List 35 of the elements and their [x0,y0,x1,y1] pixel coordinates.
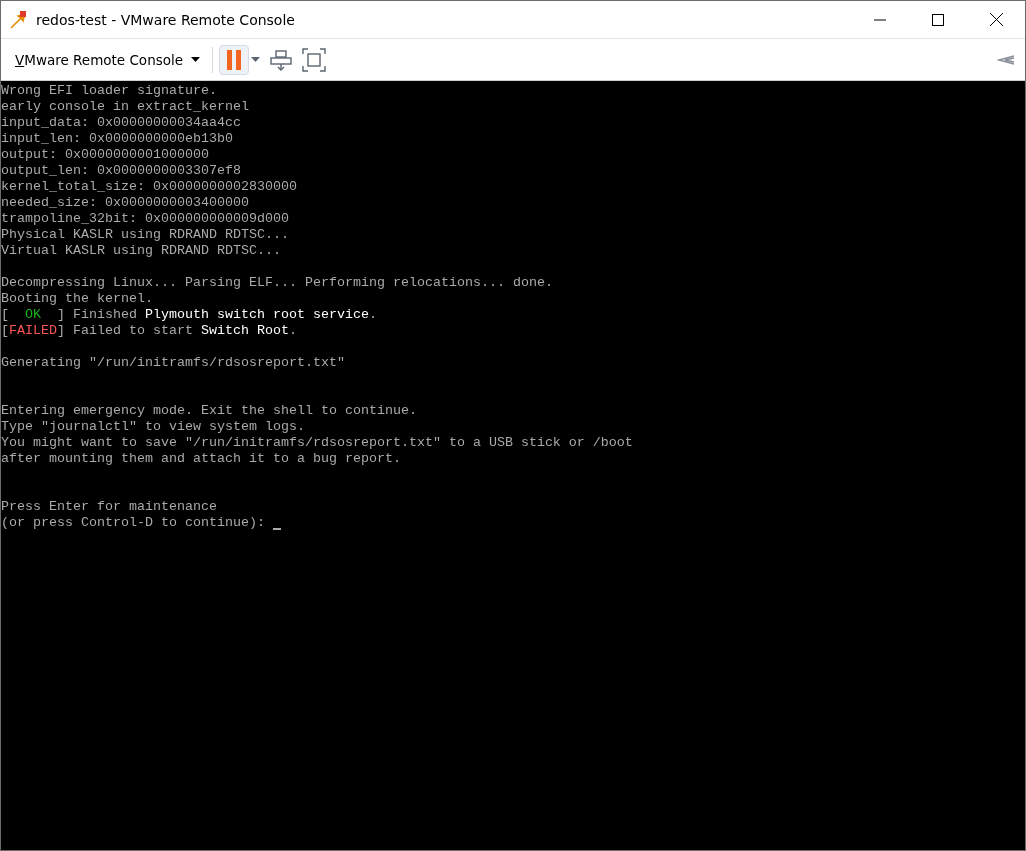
pause-icon [226,49,243,70]
console-menu-button[interactable]: VMware Remote Console [13,44,203,75]
collapse-icon[interactable] [995,52,1017,67]
console-line: Decompressing Linux... Parsing ELF... Performing relocations... done. [1,275,553,291]
pause-button[interactable] [219,44,250,75]
console-line: needed_size: 0x0000000003400000 [1,195,249,211]
console-line: [FAILED] Failed to start Switch Root. [1,323,297,339]
console-line: Physical KASLR using RDRAND RDTSC... [1,227,289,243]
text-cursor [272,527,281,530]
console-line: You might want to save "/run/initramfs/rdsosreport.txt" to a USB stick or /boot [1,435,633,451]
window-title: redos-test - VMware Remote Console [36,11,296,28]
console-line: Entering emergency mode. Exit the shell to continue. [1,403,417,419]
console-line: input_len: 0x0000000000eb13b0 [1,131,233,147]
console-screen[interactable] [1,81,1025,850]
console-line: input_data: 0x00000000034aa4cc [1,115,241,131]
caret-icon [191,57,201,62]
console-line: output: 0x0000000001000000 [1,147,209,163]
app-logo-icon [9,9,29,30]
console-line: early console in extract_kernel [1,99,249,115]
caret-icon[interactable] [249,55,263,64]
console-line: Wrong EFI loader signature. [1,83,217,99]
fullscreen-icon[interactable] [300,45,329,74]
console-line: (or press Control-D to continue): [1,515,266,531]
console-line: output_len: 0x0000000003307ef8 [1,163,241,179]
console-line: Generating "/run/initramfs/rdsosreport.txt" [1,355,345,371]
console-line: Press Enter for maintenance [1,499,217,515]
maximize-icon [932,13,944,26]
console-line: after mounting them and attach it to a bug report. [1,451,401,467]
console-line: Type "journalctl" to view system logs. [1,419,305,435]
console-line: Booting the kernel. [1,291,153,307]
console-line: kernel_total_size: 0x0000000002830000 [1,179,297,195]
close-icon [989,13,1003,26]
console-line: Virtual KASLR using RDRAND RDTSC... [1,243,281,259]
console-line: [ OK ] Finished Plymouth switch root service. [1,307,377,323]
console-line: trampoline_32bit: 0x000000000009d000 [1,211,289,227]
